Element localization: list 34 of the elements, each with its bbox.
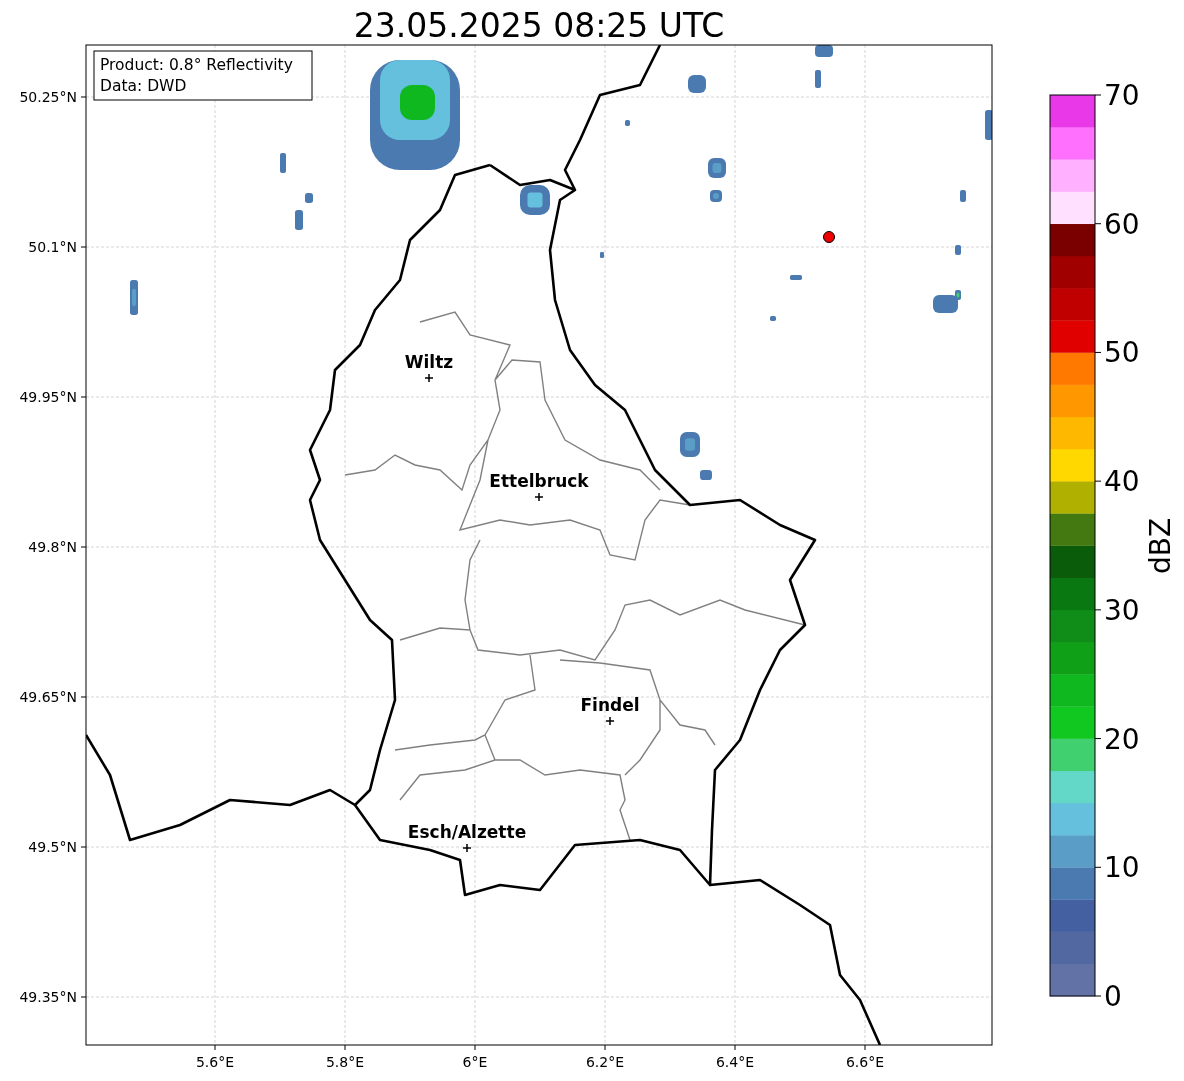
colorbar-tick-label: 30 (1104, 593, 1140, 627)
colorbar-tick-label: 40 (1104, 465, 1140, 499)
longitude-label: 5.6°E (195, 1054, 235, 1070)
latitude-label: 50.1°N (28, 239, 77, 255)
info-text: Product: 0.8° Reflectivity (100, 56, 293, 74)
colorbar-tick-label: 50 (1104, 336, 1140, 370)
city-marker (605, 716, 615, 726)
chart-title: 23.05.2025 08:25 UTC (353, 6, 725, 45)
city-label: Wiltz (404, 352, 454, 372)
longitude-label: 6°E (462, 1054, 488, 1070)
colorbar-tick-label: 20 (1104, 722, 1140, 756)
info-text: Data: DWD (100, 77, 187, 95)
latitude-label: 49.95°N (19, 389, 77, 405)
city-label: Esch/Alzette (407, 822, 527, 842)
city-marker (534, 492, 544, 502)
longitude-label: 6.4°E (715, 1054, 755, 1070)
latitude-label: 49.5°N (28, 839, 77, 855)
city-marker (424, 373, 434, 383)
city-label: Findel (580, 695, 640, 715)
city-marker (462, 843, 472, 853)
colorbar-tick-label: 60 (1104, 207, 1140, 241)
radar-station-marker (823, 231, 835, 243)
longitude-label: 6.6°E (845, 1054, 885, 1070)
colorbar-title: dBZ (1144, 517, 1177, 575)
colorbar-tick-label: 0 (1104, 980, 1122, 1013)
latitude-label: 49.35°N (19, 989, 77, 1005)
colorbar-tick-label: 10 (1104, 851, 1140, 885)
city-label: Ettelbruck (489, 471, 589, 491)
latitude-label: 50.25°N (19, 89, 77, 105)
longitude-label: 5.8°E (325, 1054, 365, 1070)
longitude-label: 6.2°E (585, 1054, 625, 1070)
colorbar-tick-label: 70 (1104, 79, 1140, 112)
latitude-label: 49.65°N (19, 689, 77, 705)
latitude-label: 49.8°N (28, 539, 77, 555)
